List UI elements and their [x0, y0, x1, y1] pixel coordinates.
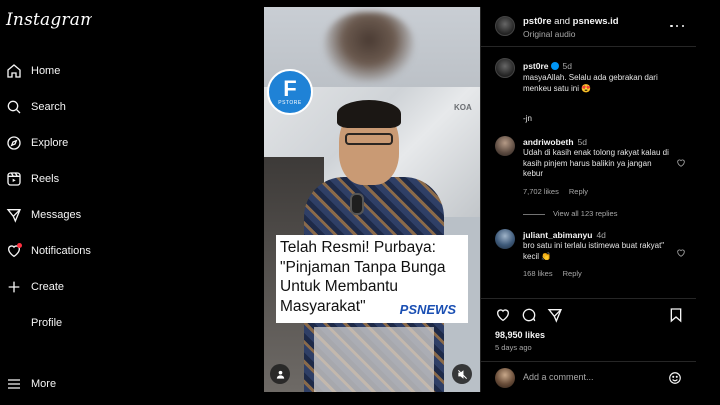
- nav-explore[interactable]: Explore: [6, 133, 68, 153]
- plus-icon: [6, 279, 22, 295]
- speaker-hair: [337, 100, 401, 128]
- comment-user[interactable]: andriwobeth 5d: [523, 137, 587, 147]
- pstore-badge-text: PSTORE: [278, 100, 302, 106]
- instagram-logo[interactable]: Instagram: [6, 10, 96, 30]
- nav-home[interactable]: Home: [6, 61, 60, 81]
- nav-more[interactable]: More: [6, 374, 56, 394]
- post-modal: KOA F PSTORE Telah Resmi! Purbaya: "Pinj…: [264, 7, 696, 392]
- post-actions: 98,950 likes 5 days ago Add a comment...: [481, 298, 696, 392]
- comments-pane: pst0re and psnews.id Original audio pst0…: [480, 7, 696, 392]
- nav-profile[interactable]: Profile: [6, 313, 62, 333]
- background-text: KOA: [454, 103, 472, 112]
- search-icon: [6, 99, 22, 115]
- comment-user[interactable]: pst0re 5d: [523, 61, 572, 71]
- blurred-figure: [324, 12, 414, 82]
- post-header: pst0re and psnews.id Original audio: [481, 7, 696, 47]
- author-avatar[interactable]: [495, 58, 515, 78]
- video-caption-box: Telah Resmi! Purbaya: "Pinjaman Tanpa Bu…: [276, 235, 468, 323]
- mute-button[interactable]: [452, 364, 472, 384]
- reply-button[interactable]: Reply: [569, 187, 588, 196]
- pstore-badge-letter: F: [283, 76, 297, 101]
- notification-dot: [17, 243, 22, 248]
- author-joiner: and: [554, 16, 571, 27]
- nav-label: Profile: [31, 317, 63, 329]
- nav-label: Reels: [31, 173, 60, 185]
- nav-label: Search: [31, 101, 66, 113]
- comment-text: bro satu ini terlalu istimewa buat rakya…: [523, 241, 665, 261]
- compass-icon: [6, 135, 22, 151]
- nav-label: More: [31, 378, 57, 390]
- podium: [314, 327, 434, 392]
- pstore-badge: F PSTORE: [267, 69, 313, 115]
- nav-search[interactable]: Search: [6, 97, 66, 117]
- post-authors: pst0re and psnews.id: [523, 16, 619, 27]
- nav-notifications[interactable]: Notifications: [6, 241, 91, 261]
- dot-icon: [681, 24, 684, 28]
- verified-badge-icon: [550, 62, 559, 70]
- psnews-watermark: PSNEWS: [399, 302, 456, 317]
- comment-age: 5d: [577, 137, 587, 147]
- post-video[interactable]: KOA F PSTORE Telah Resmi! Purbaya: "Pinj…: [264, 7, 480, 392]
- view-replies-button[interactable]: View all 123 replies: [523, 209, 617, 218]
- like-comment-heart-icon[interactable]: [676, 158, 686, 168]
- commenter-avatar[interactable]: [495, 229, 515, 249]
- reels-icon: [6, 171, 22, 187]
- commenter-avatar[interactable]: [495, 136, 515, 156]
- like-count[interactable]: 98,950 likes: [495, 330, 545, 340]
- comment-likes[interactable]: 7,702 likes: [523, 187, 559, 196]
- current-user-avatar: [495, 368, 515, 388]
- comment-username[interactable]: andriwobeth: [523, 137, 574, 147]
- bookmark-icon[interactable]: [668, 307, 684, 323]
- comment-username[interactable]: pst0re: [523, 61, 549, 71]
- menu-icon: [6, 376, 22, 392]
- nav-label: Home: [31, 65, 61, 77]
- tagged-users-button[interactable]: [270, 364, 290, 384]
- add-comment-input[interactable]: Add a comment...: [523, 372, 594, 382]
- microphone: [350, 193, 364, 215]
- add-comment-bar: Add a comment...: [481, 361, 696, 393]
- post-date: 5 days ago: [495, 343, 532, 352]
- messages-icon: [6, 207, 22, 223]
- heart-icon: [6, 243, 22, 259]
- nav-label: Notifications: [31, 245, 91, 257]
- like-comment-heart-icon[interactable]: [676, 248, 686, 258]
- more-options-button[interactable]: [670, 21, 684, 31]
- comment-bubble-icon[interactable]: [521, 307, 537, 323]
- comments-list[interactable]: pst0re 5d masyaAllah. Selalu ada gebrakan…: [481, 48, 696, 298]
- nav-reels[interactable]: Reels: [6, 169, 59, 189]
- audio-label[interactable]: Original audio: [523, 29, 575, 39]
- dot-icon: [670, 24, 673, 28]
- home-icon: [6, 63, 22, 79]
- nav-create[interactable]: Create: [6, 277, 64, 297]
- nav-label: Create: [31, 281, 65, 293]
- emoji-icon[interactable]: [668, 371, 682, 385]
- reply-button[interactable]: Reply: [563, 269, 582, 278]
- nav-messages[interactable]: Messages: [6, 205, 81, 225]
- share-icon[interactable]: [547, 307, 563, 323]
- dot-icon: [675, 24, 679, 28]
- like-heart-icon[interactable]: [495, 307, 511, 323]
- comment-text: Udah di kasih enak tolong rakyat kalau d…: [523, 148, 669, 178]
- profile-icon: [6, 315, 22, 331]
- author-avatar[interactable]: [495, 16, 515, 36]
- comment-signoff: -jn: [523, 114, 532, 123]
- nav-label: Explore: [31, 137, 69, 149]
- comment-age: 4d: [596, 230, 606, 240]
- collaborator-username[interactable]: psnews.id: [573, 16, 619, 27]
- author-username[interactable]: pst0re: [523, 16, 552, 27]
- user-icon: [276, 370, 284, 379]
- comment-likes[interactable]: 168 likes: [523, 269, 553, 278]
- comment-meta: 7,702 likes Reply: [523, 187, 598, 196]
- sidebar: Instagram Home Search Explore Reels Mess…: [0, 0, 96, 405]
- comment-username[interactable]: juliant_abimanyu: [523, 230, 592, 240]
- speaker-glasses: [345, 133, 393, 145]
- comment-text: masyaAllah. Selalu ada gebrakan dari men…: [523, 73, 658, 93]
- comment-meta: 168 likes Reply: [523, 269, 592, 278]
- nav-label: Messages: [31, 209, 82, 221]
- comment-user[interactable]: juliant_abimanyu 4d: [523, 230, 606, 240]
- comment-age: 5d: [562, 61, 572, 71]
- speaker-muted-icon: [457, 369, 467, 379]
